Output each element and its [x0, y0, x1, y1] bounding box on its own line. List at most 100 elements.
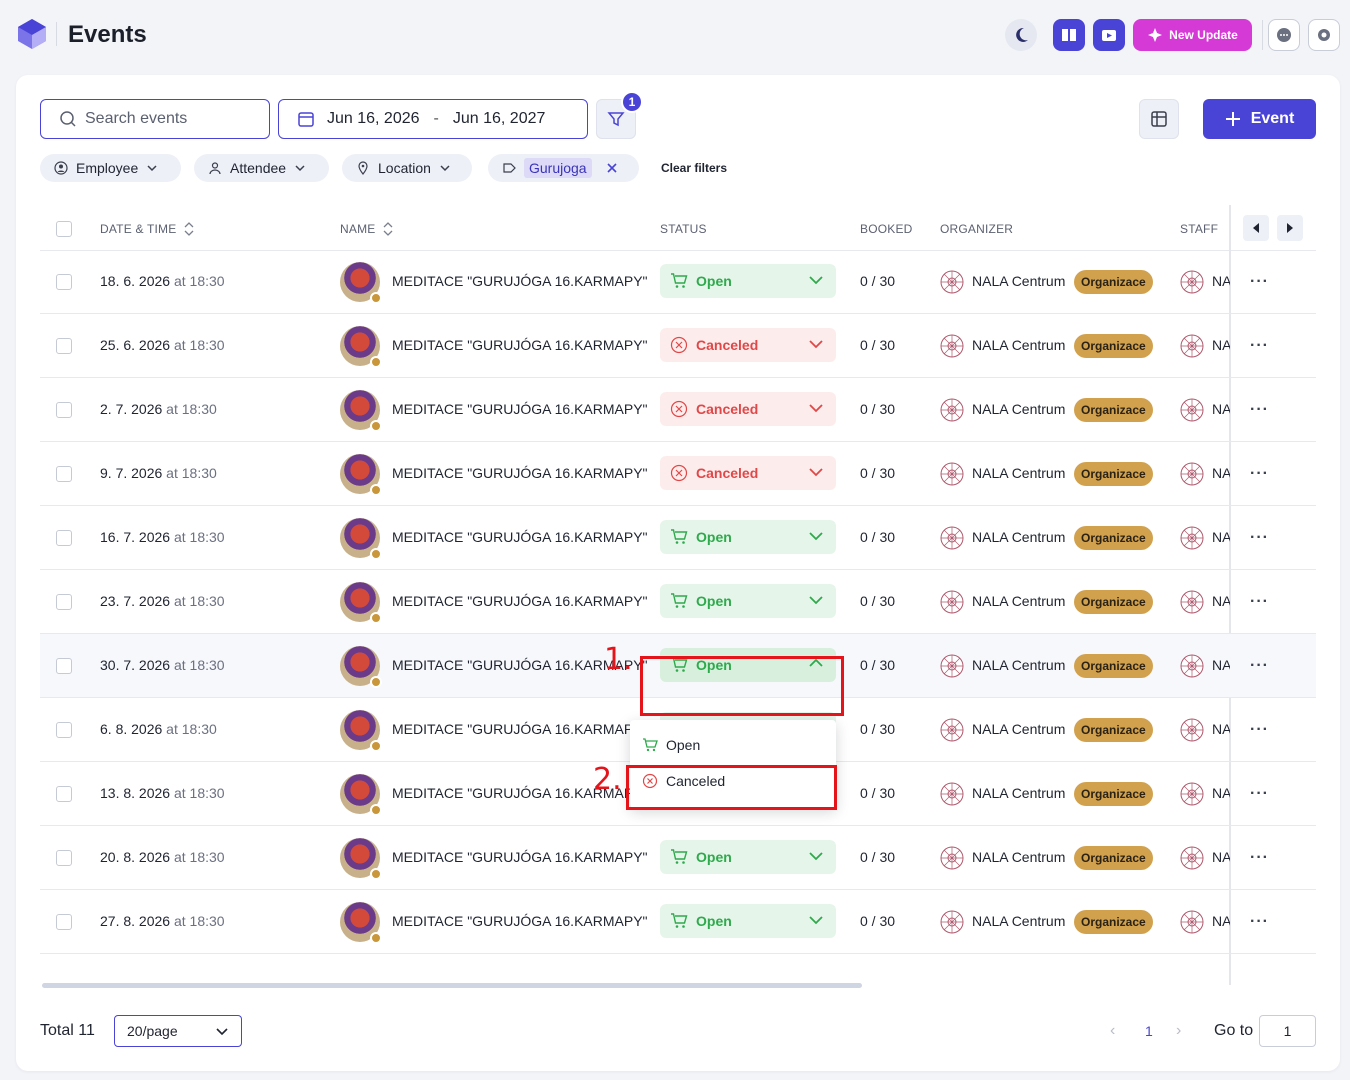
row-checkbox[interactable] — [56, 594, 72, 610]
event-name[interactable]: MEDITACE "GURUJÓGA 16.KARMAPY" — [392, 337, 648, 353]
table-row[interactable]: 20. 8. 2026 at 18:30 MEDITACE "GURUJÓGA 1… — [40, 826, 1316, 890]
organizer-logo — [940, 270, 964, 294]
table-row[interactable]: 25. 6. 2026 at 18:30 MEDITACE "GURUJÓGA 1… — [40, 314, 1316, 378]
more-actions-button[interactable]: ··· — [1250, 849, 1269, 867]
video-button[interactable] — [1093, 19, 1125, 51]
column-name[interactable]: NAME — [340, 222, 393, 236]
page-size-select[interactable]: 20/page — [114, 1015, 242, 1047]
new-update-button[interactable]: New Update — [1133, 19, 1252, 51]
row-checkbox[interactable] — [56, 338, 72, 354]
event-at-word: at — [173, 785, 186, 801]
goto-page-input[interactable]: 1 — [1259, 1015, 1316, 1047]
more-actions-button[interactable]: ··· — [1250, 785, 1269, 803]
organizer-logo-icon — [940, 590, 964, 614]
table-row[interactable]: 2. 7. 2026 at 18:30 MEDITACE "GURUJÓGA 16… — [40, 378, 1316, 442]
chevron-down-icon — [809, 916, 823, 925]
event-time: 18:30 — [181, 465, 217, 481]
event-time: 18:30 — [181, 721, 217, 737]
docs-button[interactable] — [1053, 19, 1085, 51]
staff-logo — [1180, 846, 1204, 870]
more-actions-button[interactable]: ··· — [1250, 657, 1269, 675]
more-actions-button[interactable]: ··· — [1250, 337, 1269, 355]
tag-filter[interactable]: Gurujoga — [488, 154, 639, 182]
prev-page-button[interactable]: ‹ — [1110, 1022, 1115, 1040]
event-name[interactable]: MEDITACE "GURUJÓGA 16.KARMAPY" — [392, 465, 648, 481]
plus-icon — [1225, 112, 1240, 126]
caret-right-icon — [1287, 223, 1293, 233]
row-checkbox[interactable] — [56, 722, 72, 738]
more-actions-button[interactable]: ··· — [1250, 593, 1269, 611]
table-row[interactable]: 23. 7. 2026 at 18:30 MEDITACE "GURUJÓGA 1… — [40, 570, 1316, 634]
table-row[interactable]: 16. 7. 2026 at 18:30 MEDITACE "GURUJÓGA 1… — [40, 506, 1316, 570]
event-name[interactable]: MEDITACE "GURUJÓGA 16.KARMAPY" — [392, 273, 648, 289]
search-box[interactable] — [40, 99, 270, 139]
row-checkbox[interactable] — [56, 466, 72, 482]
chevron-down-icon — [809, 276, 823, 285]
status-option-open-label: Open — [666, 737, 701, 753]
more-actions-button[interactable]: ··· — [1250, 273, 1269, 291]
event-name[interactable]: MEDITACE "GURUJÓGA 16.KARMAPY" — [392, 529, 648, 545]
date-range-picker[interactable]: Jun 16, 2026 - Jun 16, 2027 — [278, 99, 588, 139]
status-select[interactable]: Open — [660, 520, 836, 554]
staff-logo-icon — [1180, 334, 1204, 358]
employee-filter[interactable]: Employee — [40, 154, 181, 182]
status-option-open[interactable]: Open — [642, 737, 700, 753]
table-row[interactable]: 27. 8. 2026 at 18:30 MEDITACE "GURUJÓGA 1… — [40, 890, 1316, 954]
row-checkbox[interactable] — [56, 786, 72, 802]
row-checkbox[interactable] — [56, 850, 72, 866]
search-input[interactable] — [85, 110, 255, 128]
more-actions-button[interactable]: ··· — [1250, 401, 1269, 419]
event-name[interactable]: MEDITACE "GURUJÓGA 16.KARMAPY" — [392, 849, 648, 865]
scroll-right-button[interactable] — [1277, 215, 1303, 241]
event-name[interactable]: MEDITACE "GURUJÓGA 16.KARMAPY" — [392, 401, 648, 417]
table-row[interactable]: 9. 7. 2026 at 18:30 MEDITACE "GURUJÓGA 16… — [40, 442, 1316, 506]
more-actions-button[interactable]: ··· — [1250, 721, 1269, 739]
more-actions-button[interactable]: ··· — [1250, 913, 1269, 931]
status-select[interactable]: Canceled — [660, 328, 836, 362]
chat-button[interactable] — [1268, 19, 1300, 51]
table-row[interactable]: 18. 6. 2026 at 18:30 MEDITACE "GURUJÓGA 1… — [40, 250, 1316, 314]
event-date-value: 27. 8. 2026 — [100, 913, 171, 929]
row-checkbox[interactable] — [56, 274, 72, 290]
row-checkbox[interactable] — [56, 914, 72, 930]
status-select[interactable]: Open — [660, 840, 836, 874]
attendee-filter[interactable]: Attendee — [194, 154, 329, 182]
settings-button[interactable] — [1308, 19, 1340, 51]
more-actions-button[interactable]: ··· — [1250, 529, 1269, 547]
row-checkbox[interactable] — [56, 402, 72, 418]
row-checkbox[interactable] — [56, 530, 72, 546]
organizer-logo — [940, 846, 964, 870]
event-at-word: at — [166, 401, 178, 417]
status-select[interactable]: Open — [660, 584, 836, 618]
location-filter[interactable]: Location — [342, 154, 472, 182]
status-select[interactable]: Open — [660, 904, 836, 938]
organizer-logo-icon — [940, 334, 964, 358]
scroll-left-button[interactable] — [1243, 215, 1269, 241]
status-label: Open — [696, 529, 732, 545]
funnel-icon — [607, 112, 625, 127]
event-at-word: at — [166, 465, 178, 481]
page-number[interactable]: 1 — [1145, 1023, 1153, 1039]
status-select[interactable]: Canceled — [660, 456, 836, 490]
event-at-word: at — [173, 529, 186, 545]
next-page-button[interactable]: › — [1176, 1022, 1181, 1040]
avatar-status-dot — [370, 612, 382, 624]
add-event-button[interactable]: Event — [1203, 99, 1316, 139]
more-actions-button[interactable]: ··· — [1250, 465, 1269, 483]
columns-button[interactable] — [1139, 99, 1179, 139]
event-date: 30. 7. 2026 at 18:30 — [100, 657, 225, 673]
status-select[interactable]: Canceled — [660, 392, 836, 426]
row-checkbox[interactable] — [56, 658, 72, 674]
select-all-checkbox[interactable] — [56, 221, 72, 237]
organizer-name: NALA Centrum — [972, 593, 1066, 609]
status-select[interactable]: Open — [660, 264, 836, 298]
event-name[interactable]: MEDITACE "GURUJÓGA 16.KARMAPY" — [392, 593, 648, 609]
event-name[interactable]: MEDITACE "GURUJÓGA 16.KARMAPY" — [392, 721, 648, 737]
close-icon[interactable] — [606, 162, 618, 174]
clear-filters-link[interactable]: Clear filters — [661, 161, 727, 175]
organizer-badge: Organizace — [1074, 782, 1153, 806]
event-name[interactable]: MEDITACE "GURUJÓGA 16.KARMAPY" — [392, 913, 648, 929]
horizontal-scrollbar[interactable] — [42, 983, 862, 988]
dark-mode-toggle[interactable] — [1005, 19, 1037, 51]
column-date[interactable]: DATE & TIME — [100, 222, 194, 236]
